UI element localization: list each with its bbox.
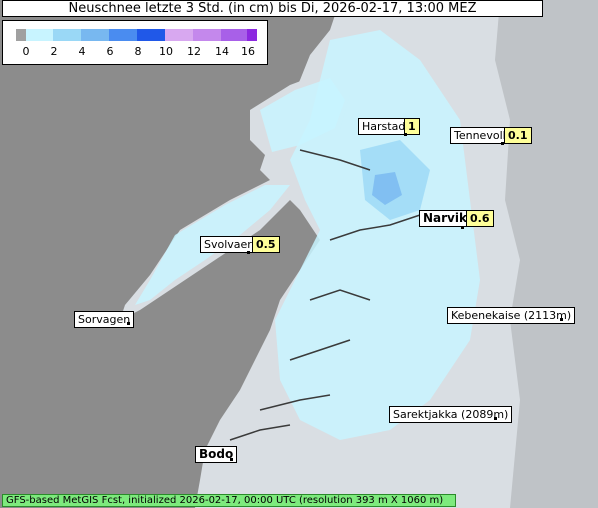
- legend-swatch-2: [53, 29, 81, 41]
- place-label-sorvagen: Sorvagen: [74, 311, 135, 328]
- place-label-narvik: Narvik: [419, 210, 471, 227]
- legend-tick: 2: [50, 45, 58, 58]
- legend-tick: 12: [187, 45, 201, 58]
- place-marker-sarektjakka: [494, 417, 497, 420]
- legend-tick: 0: [22, 45, 30, 58]
- place-marker-bodo: [230, 458, 233, 461]
- place-marker-kebnekaise: [560, 318, 563, 321]
- legend-tick: 14: [215, 45, 229, 58]
- place-marker-svolvaer: [247, 251, 250, 254]
- snow-value-svolvaer: 0.5: [252, 236, 280, 253]
- place-marker-harstad: [404, 133, 407, 136]
- place-marker-tennevoll: [501, 142, 504, 145]
- place-label-sarektjakka: Sarektjakka (2089m): [389, 406, 513, 423]
- place-marker-narvik: [461, 226, 464, 229]
- legend-tick: 8: [134, 45, 142, 58]
- legend-swatch-7: [193, 29, 221, 41]
- legend-tick: 16: [241, 45, 255, 58]
- legend-swatch-4: [109, 29, 137, 41]
- snow-value-narvik: 0.6: [466, 210, 494, 227]
- legend-swatch-1: [26, 29, 53, 41]
- map-canvas: [0, 0, 598, 508]
- legend-color-bar: [16, 29, 257, 41]
- legend-swatch-8: [221, 29, 247, 41]
- legend-tick: 6: [106, 45, 114, 58]
- legend: 0 2 4 6 8 10 12 14 16: [2, 20, 268, 65]
- place-label-kebnekaise: Kebenekaise (2113m): [447, 307, 576, 324]
- place-label-harstad: Harstad: [358, 118, 410, 135]
- snow-value-tennevoll: 0.1: [504, 127, 532, 144]
- map-title: Neuschnee letzte 3 Std. (in cm) bis Di, …: [2, 0, 543, 17]
- legend-tick: 4: [78, 45, 86, 58]
- place-marker-sorvagen: [127, 322, 130, 325]
- legend-swatch-0: [16, 29, 26, 41]
- legend-swatch-6: [165, 29, 193, 41]
- legend-swatch-9: [247, 29, 257, 41]
- legend-tick: 10: [159, 45, 173, 58]
- forecast-footer: GFS-based MetGIS Fcst, initialized 2026-…: [2, 494, 456, 507]
- legend-swatch-5: [137, 29, 165, 41]
- legend-swatch-3: [81, 29, 109, 41]
